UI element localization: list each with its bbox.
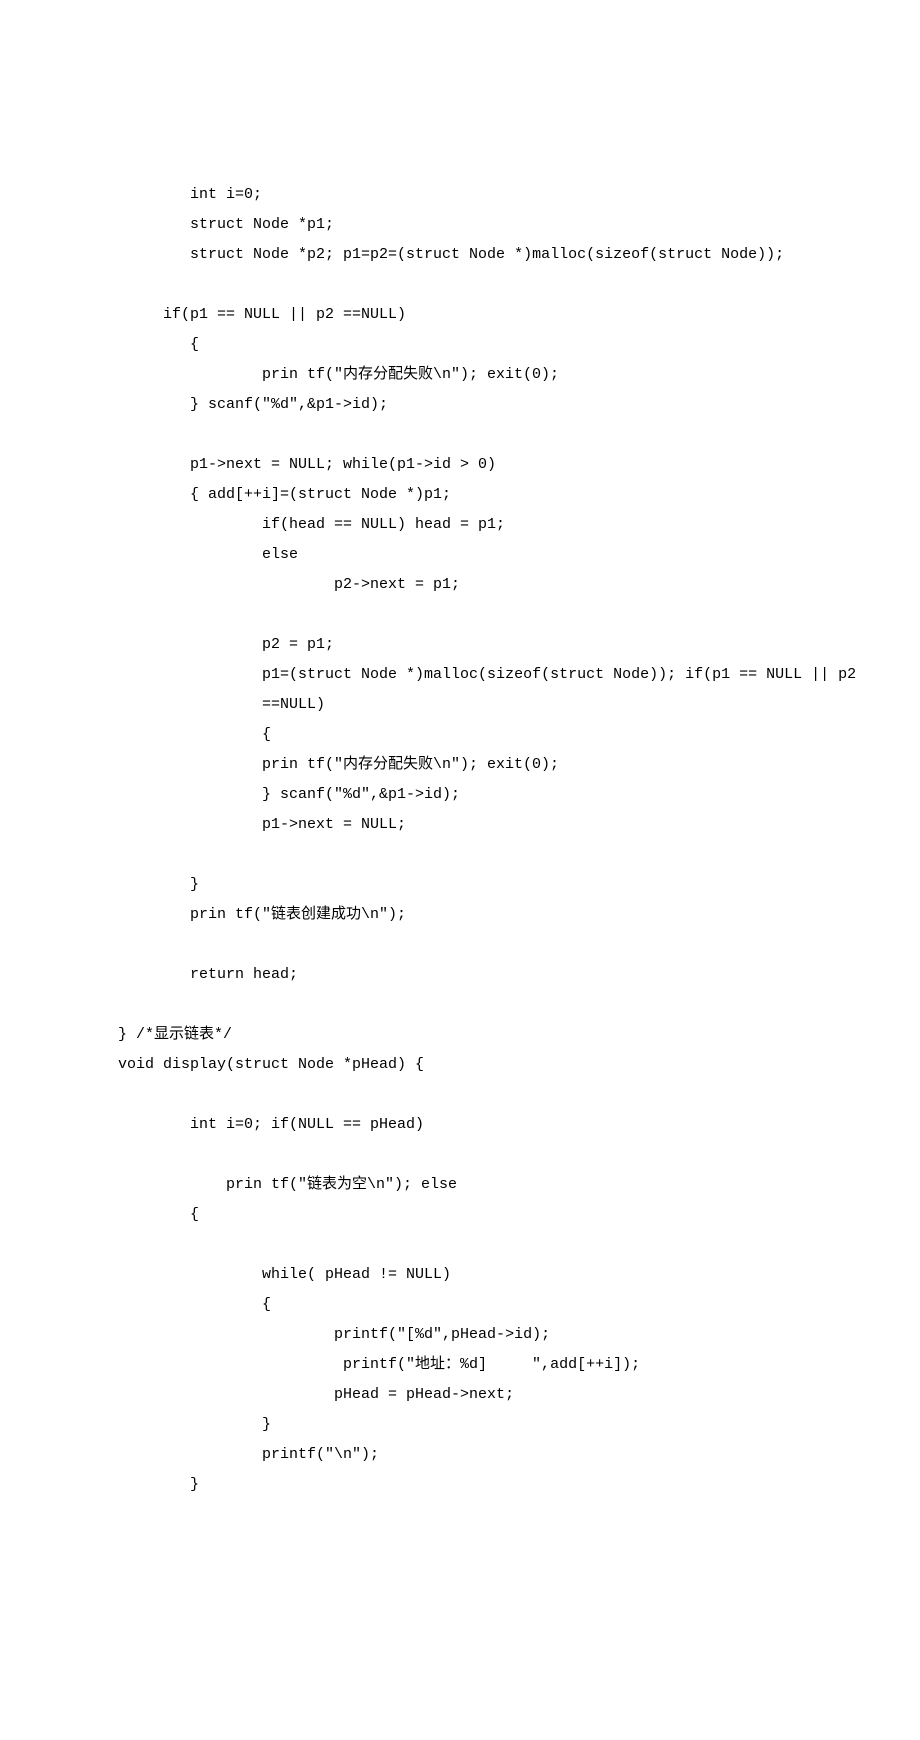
code-line: return head; (118, 960, 920, 990)
code-line: pHead = pHead->next; (118, 1380, 920, 1410)
code-line: p1->next = NULL; while(p1->id > 0) (118, 450, 920, 480)
code-line: { add[++i]=(struct Node *)p1; (118, 480, 920, 510)
code-line: printf("\n"); (118, 1440, 920, 1470)
code-line (118, 990, 920, 1020)
code-line: { (118, 1200, 920, 1230)
code-line: p2 = p1; (118, 630, 920, 660)
code-line (118, 840, 920, 870)
code-line: struct Node *p2; p1=p2=(struct Node *)ma… (118, 240, 920, 270)
code-line: prin tf("链表为空\n"); else (118, 1170, 920, 1200)
code-line: printf("地址：%d] ",add[++i]); (118, 1350, 920, 1380)
code-line (118, 1140, 920, 1170)
code-line: while( pHead != NULL) (118, 1260, 920, 1290)
code-line: p1=(struct Node *)malloc(sizeof(struct N… (118, 660, 920, 690)
code-line: printf("[%d",pHead->id); (118, 1320, 920, 1350)
code-line: prin tf("内存分配失败\n"); exit(0); (118, 360, 920, 390)
code-document: int i=0; struct Node *p1; struct Node *p… (0, 180, 920, 1500)
code-line (118, 600, 920, 630)
code-line: p2->next = p1; (118, 570, 920, 600)
code-line: p1->next = NULL; (118, 810, 920, 840)
code-line: } scanf("%d",&p1->id); (118, 780, 920, 810)
code-line: int i=0; if(NULL == pHead) (118, 1110, 920, 1140)
code-line: } (118, 1410, 920, 1440)
code-line: { (118, 720, 920, 750)
code-line (118, 1080, 920, 1110)
code-line (118, 420, 920, 450)
code-line: struct Node *p1; (118, 210, 920, 240)
code-line: { (118, 1290, 920, 1320)
code-line: else (118, 540, 920, 570)
code-line: { (118, 330, 920, 360)
code-line: } scanf("%d",&p1->id); (118, 390, 920, 420)
code-line: } (118, 870, 920, 900)
code-line (118, 930, 920, 960)
code-line (118, 1230, 920, 1260)
code-line (118, 270, 920, 300)
code-line: prin tf("内存分配失败\n"); exit(0); (118, 750, 920, 780)
code-line: void display(struct Node *pHead) { (118, 1050, 920, 1080)
code-line: ==NULL) (118, 690, 920, 720)
code-line: int i=0; (118, 180, 920, 210)
code-line: if(p1 == NULL || p2 ==NULL) (118, 300, 920, 330)
code-line: prin tf("链表创建成功\n"); (118, 900, 920, 930)
code-line: if(head == NULL) head = p1; (118, 510, 920, 540)
code-line: } (118, 1470, 920, 1500)
code-line: } /*显示链表*/ (118, 1020, 920, 1050)
